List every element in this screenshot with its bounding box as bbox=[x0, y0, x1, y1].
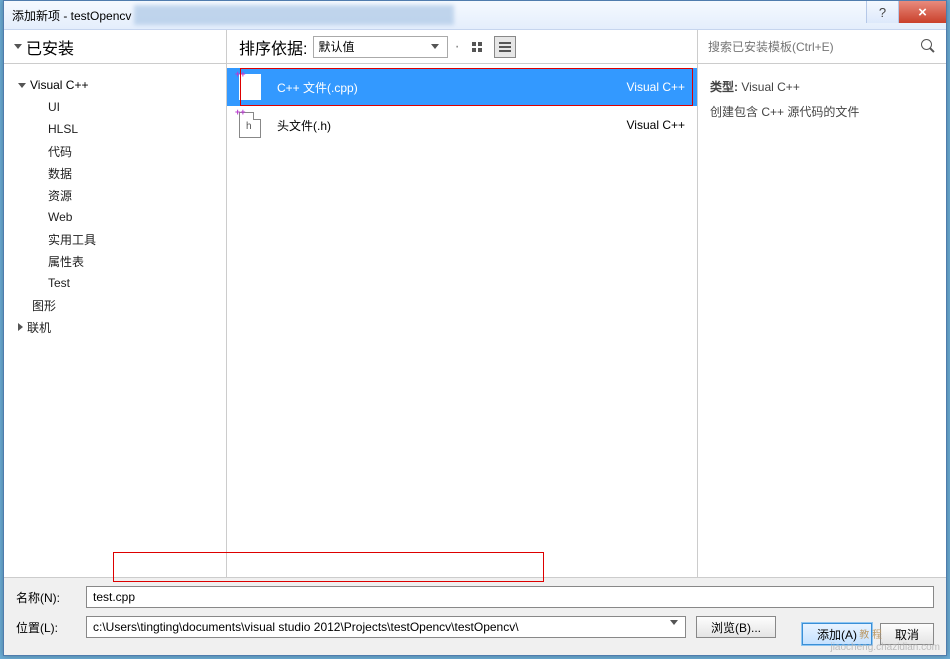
chevron-down-icon[interactable] bbox=[670, 620, 678, 625]
tree-node-test[interactable]: Test bbox=[4, 272, 226, 294]
watermark-text: 教 程 bbox=[859, 626, 882, 641]
header-file-icon: ++h bbox=[239, 112, 261, 138]
title-blur bbox=[134, 5, 454, 25]
chevron-down-icon bbox=[18, 83, 26, 88]
tree-node-ui[interactable]: UI bbox=[4, 96, 226, 118]
template-lang: Visual C++ bbox=[627, 118, 685, 132]
detail-type: 类型: Visual C++ bbox=[710, 78, 934, 95]
tree-node-resource[interactable]: 资源 bbox=[4, 184, 226, 206]
tree-node-web[interactable]: Web bbox=[4, 206, 226, 228]
browse-button[interactable]: 浏览(B)... bbox=[696, 616, 776, 638]
location-label: 位置(L): bbox=[16, 619, 76, 636]
window-buttons: ? × bbox=[866, 1, 946, 23]
sort-value: 默认值 bbox=[318, 38, 354, 55]
tree-node-data[interactable]: 数据 bbox=[4, 162, 226, 184]
installed-tab[interactable]: 已安装 bbox=[4, 30, 227, 63]
tree-node-hlsl[interactable]: HLSL bbox=[4, 118, 226, 140]
search-icon[interactable] bbox=[920, 38, 938, 56]
location-input[interactable] bbox=[86, 616, 686, 638]
toolbar-middle: 排序依据: 默认值 · bbox=[227, 30, 698, 63]
grid-icon bbox=[472, 42, 482, 52]
sort-combobox[interactable]: 默认值 bbox=[313, 36, 448, 58]
help-button[interactable]: ? bbox=[866, 1, 898, 23]
template-list: ++ C++ 文件(.cpp) Visual C++ ++h 头文件(.h) V… bbox=[227, 64, 698, 577]
template-name: C++ 文件(.cpp) bbox=[277, 79, 358, 96]
list-icon bbox=[499, 42, 511, 52]
chevron-down-icon bbox=[14, 44, 22, 49]
toolbar-right bbox=[698, 30, 946, 63]
details-pane: 类型: Visual C++ 创建包含 C++ 源代码的文件 bbox=[698, 64, 946, 577]
view-list-button[interactable] bbox=[494, 36, 516, 58]
tree-node-utility[interactable]: 实用工具 bbox=[4, 228, 226, 250]
name-row: 名称(N): bbox=[16, 586, 934, 608]
location-row: 位置(L): 浏览(B)... bbox=[16, 616, 934, 638]
installed-label: 已安装 bbox=[26, 35, 74, 59]
search-input[interactable] bbox=[706, 36, 914, 58]
detail-description: 创建包含 C++ 源代码的文件 bbox=[710, 103, 934, 120]
template-lang: Visual C++ bbox=[627, 80, 685, 94]
chevron-down-icon bbox=[431, 44, 439, 49]
template-item-cpp[interactable]: ++ C++ 文件(.cpp) Visual C++ bbox=[227, 68, 697, 106]
dialog-window: 添加新项 - testOpencv ? × 已安装 排序依据: 默认值 · bbox=[3, 0, 947, 656]
template-item-header[interactable]: ++h 头文件(.h) Visual C++ bbox=[227, 106, 697, 144]
sidebar: Visual C++ UI HLSL 代码 数据 资源 Web 实用工具 属性表… bbox=[4, 64, 227, 577]
template-name: 头文件(.h) bbox=[277, 117, 331, 134]
main-area: Visual C++ UI HLSL 代码 数据 资源 Web 实用工具 属性表… bbox=[4, 64, 946, 577]
tree-node-online[interactable]: 联机 bbox=[4, 316, 226, 338]
cpp-file-icon: ++ bbox=[239, 74, 261, 100]
tree-node-visualcpp[interactable]: Visual C++ bbox=[4, 74, 226, 96]
sort-label: 排序依据: bbox=[239, 35, 307, 59]
watermark-url: jiaocheng.chazidian.com bbox=[830, 642, 940, 653]
name-label: 名称(N): bbox=[16, 589, 76, 606]
titlebar: 添加新项 - testOpencv ? × bbox=[4, 1, 946, 30]
chevron-right-icon bbox=[18, 323, 23, 331]
close-button[interactable]: × bbox=[898, 1, 946, 23]
tree-node-graphics[interactable]: 图形 bbox=[4, 294, 226, 316]
window-title: 添加新项 - testOpencv bbox=[12, 7, 131, 24]
toolbar: 已安装 排序依据: 默认值 · bbox=[4, 30, 946, 64]
tree-node-code[interactable]: 代码 bbox=[4, 140, 226, 162]
name-input[interactable] bbox=[86, 586, 934, 608]
tree-node-propertysheet[interactable]: 属性表 bbox=[4, 250, 226, 272]
view-grid-button[interactable] bbox=[466, 36, 488, 58]
